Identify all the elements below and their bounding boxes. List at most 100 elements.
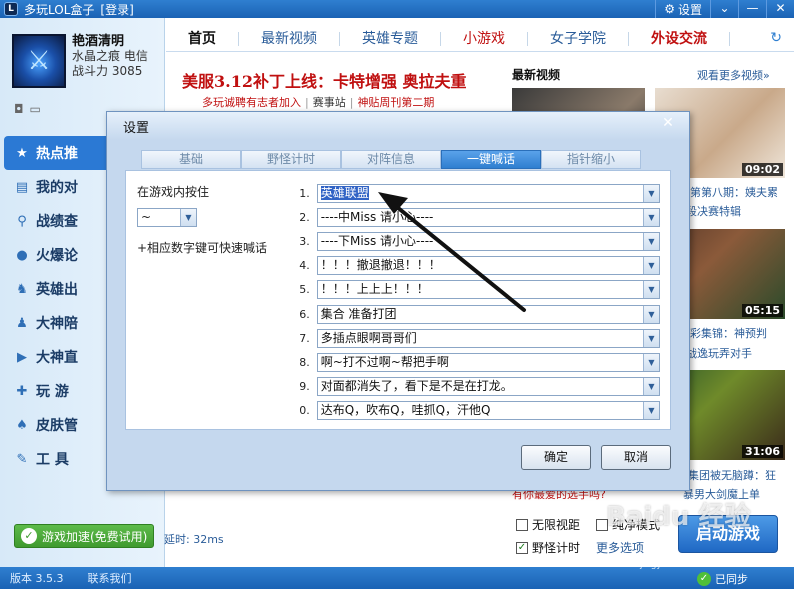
phrase-select[interactable]: ！！！上上上！！！ ▼ <box>316 280 660 300</box>
power-label: 战斗力 <box>72 64 109 78</box>
video-caption[interactable]: 段决赛特辑 <box>686 203 741 219</box>
chat-bubble-icon: ● <box>16 247 28 263</box>
tab-latest-videos[interactable]: 最新视频 <box>239 31 340 46</box>
phrase-number: 3. <box>299 234 310 248</box>
phrase-text: 达布Q，吹布Q，哇抓Q，汗他Q <box>320 403 491 418</box>
phrase-select[interactable]: 集合 准备打团 ▼ <box>316 304 660 324</box>
phrase-row: 8. 啊~打不过啊~帮把手啊 ▼ <box>290 350 660 374</box>
gamepad-icon: ✚ <box>16 383 28 399</box>
video-caption[interactable]: 战逸玩弄对手 <box>686 345 752 361</box>
dialog-tab[interactable]: 对阵信息 <box>341 150 441 169</box>
headline-link[interactable]: 美服3.12补丁上线：卡特增强 奥拉夫重 <box>182 68 467 92</box>
option-unlimited-view[interactable]: 无限视距 <box>516 516 580 533</box>
hotkey-select[interactable]: ~ ▼ <box>137 208 197 227</box>
phrase-select[interactable]: ----下Miss 请小心---- ▼ <box>316 231 660 251</box>
tab-peripherals[interactable]: 外设交流 <box>629 31 730 46</box>
title-bar: L 多玩LOL盒子 [登录] ⚙ 设置 ⌄ — ✕ <box>0 0 794 18</box>
search-icon: ⚲ <box>17 213 27 229</box>
phrase-number: 7. <box>299 331 310 345</box>
watermark-url: jingyan.baidu.com <box>640 560 724 570</box>
sublink-recruit[interactable]: 多玩诚聘有志者加入 <box>202 96 301 109</box>
chevron-down-icon[interactable]: ▼ <box>643 232 659 250</box>
game-controller-icon[interactable]: ◘ <box>14 102 24 116</box>
chevron-down-icon[interactable]: ▼ <box>180 209 196 226</box>
cancel-button[interactable]: 取消 <box>601 445 671 470</box>
dialog-tab[interactable]: 基础 <box>141 150 241 169</box>
dialog-tab[interactable]: 指针缩小 <box>541 150 641 169</box>
phrase-row: 6. 集合 准备打团 ▼ <box>290 302 660 326</box>
game-speedup-button[interactable]: ✓ 游戏加速(免费试用) <box>14 524 154 548</box>
phrase-row: 9. 对面都消失了，看下是不是在打龙。 ▼ <box>290 375 660 399</box>
more-options-link[interactable]: 更多选项 <box>596 539 644 556</box>
chevron-down-icon[interactable]: ▼ <box>643 402 659 420</box>
dialog-header[interactable]: 设置 <box>107 112 689 140</box>
avatar[interactable] <box>12 34 66 88</box>
dialog-tab[interactable]: 野怪计时 <box>241 150 341 169</box>
chevron-down-icon[interactable]: ▼ <box>643 208 659 226</box>
quick-chat-panel: 在游戏内按住 ~ ▼ +相应数字键可快速喊话 1. 英雄联盟 ▼ 2. ----中Mis… <box>125 170 671 430</box>
phrase-select[interactable]: 英雄联盟 ▼ <box>316 183 660 203</box>
chevron-down-icon[interactable]: ▼ <box>643 257 659 275</box>
wrench-icon: ✎ <box>16 451 28 467</box>
chevron-down-icon[interactable]: ▼ <box>643 378 659 396</box>
phrase-number: 4. <box>299 259 310 273</box>
unlimited-view-label: 无限视距 <box>532 518 581 532</box>
chevron-down-icon[interactable]: ▼ <box>643 184 659 202</box>
server-name: 水晶之痕 电信 <box>72 49 148 63</box>
id-card-icon[interactable]: ▭ <box>30 102 41 116</box>
skin-icon: ♠ <box>16 417 28 433</box>
phrase-select[interactable]: 多插点眼啊哥哥们 ▼ <box>316 328 660 348</box>
video-duration: 09:02 <box>741 163 783 176</box>
phrase-text: 多插点眼啊哥哥们 <box>320 330 417 345</box>
tab-girls-academy[interactable]: 女子学院 <box>528 31 629 46</box>
speedup-label: 游戏加速(免费试用) <box>42 529 148 544</box>
phrase-number: 2. <box>299 210 310 224</box>
speedup-icon: ✓ <box>21 528 37 544</box>
chevron-down-icon[interactable]: ▼ <box>643 281 659 299</box>
sublink-events[interactable]: 赛事站 <box>313 96 346 109</box>
dialog-close-button[interactable]: ✕ <box>659 116 677 132</box>
refresh-icon[interactable]: ↻ <box>770 30 782 46</box>
login-link[interactable]: [登录] <box>100 1 133 18</box>
chevron-down-icon[interactable]: ▼ <box>643 305 659 323</box>
gear-icon: ⚙ <box>664 2 675 16</box>
option-jungle-timer[interactable]: ✓ 野怪计时 <box>516 539 580 556</box>
dialog-tab[interactable]: 一键喊话 <box>441 150 541 169</box>
profile-card[interactable]: 艳酒清明 水晶之痕 电信 战斗力 3085 <box>12 34 148 88</box>
sidebar-item-label: 皮肤管 <box>36 418 78 434</box>
video-caption[interactable]: 第第八期：姨夫累 <box>690 184 778 200</box>
phrase-text: 对面都消失了，看下是不是在打龙。 <box>320 379 513 394</box>
nickname: 艳酒清明 <box>72 34 125 49</box>
unlimited-view-checkbox[interactable] <box>516 518 528 531</box>
headline-sublinks: 多玩诚聘有志者加入 | 赛事站 | 神贴周刊第二期 <box>202 96 435 109</box>
sublink-weekly[interactable]: 神贴周刊第二期 <box>357 96 434 109</box>
phrase-row: 4. ！！！撤退撤退！！！ ▼ <box>290 254 660 278</box>
video-caption[interactable]: 彩集锦：神预判 <box>690 325 767 341</box>
phrase-select[interactable]: 对面都消失了，看下是不是在打龙。 ▼ <box>316 377 660 397</box>
latency-readout: 延时: 32ms <box>164 533 224 546</box>
contact-link[interactable]: 联系我们 <box>88 570 132 586</box>
chevron-down-icon[interactable]: ▼ <box>643 353 659 371</box>
chevron-down-icon[interactable]: ▼ <box>643 329 659 347</box>
video-caption[interactable]: 集团被无脑蹲：狂 <box>688 467 776 483</box>
settings-button[interactable]: ⚙ 设置 <box>655 0 710 18</box>
phrase-row: 3. ----下Miss 请小心---- ▼ <box>290 229 660 253</box>
sidebar-item-label: 工 具 <box>36 452 69 468</box>
tab-hero-topics[interactable]: 英雄专题 <box>340 31 441 46</box>
phrase-select[interactable]: 达布Q，吹布Q，哇抓Q，汗他Q ▼ <box>316 401 660 421</box>
sync-status: ✓ 已同步 <box>697 571 748 587</box>
more-videos-link[interactable]: 观看更多视频» <box>697 67 770 83</box>
phrase-number: 9. <box>299 380 310 394</box>
close-window-button[interactable]: ✕ <box>766 0 794 18</box>
ok-button[interactable]: 确定 <box>521 445 591 470</box>
phrase-select[interactable]: 啊~打不过啊~帮把手啊 ▼ <box>316 352 660 372</box>
tab-mini-games[interactable]: 小游戏 <box>441 31 528 46</box>
phrase-select[interactable]: ！！！撤退撤退！！！ ▼ <box>316 256 660 276</box>
minimize-button[interactable]: — <box>738 0 766 18</box>
jungle-timer-checkbox[interactable]: ✓ <box>516 541 528 554</box>
phrase-select[interactable]: ----中Miss 请小心---- ▼ <box>316 207 660 227</box>
menu-dropdown-button[interactable]: ⌄ <box>710 0 738 18</box>
settings-label: 设置 <box>677 2 702 17</box>
tab-home[interactable]: 首页 <box>166 31 239 46</box>
settings-dialog: 设置 ✕ 基础 野怪计时 对阵信息 一键喊话 指针缩小 在游戏内按住 ~ ▼ +相应数字… <box>106 111 690 491</box>
